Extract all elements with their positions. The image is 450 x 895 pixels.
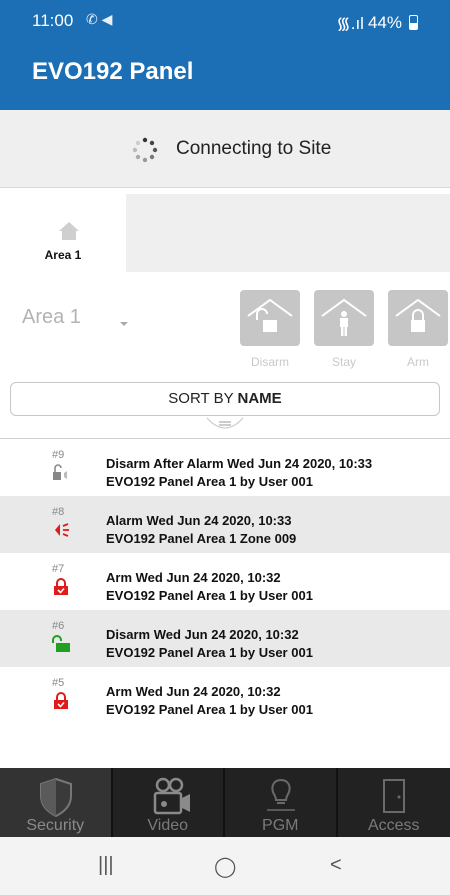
app-bar: EVO192 Panel bbox=[0, 38, 450, 110]
event-number: #5 bbox=[52, 677, 65, 689]
camera-icon bbox=[153, 777, 190, 815]
stay-label: Stay bbox=[331, 355, 356, 369]
disarm-after-alarm-icon bbox=[53, 464, 67, 480]
drag-handle-icon[interactable] bbox=[205, 416, 245, 436]
event-number: #7 bbox=[52, 563, 65, 575]
page-title: EVO192 Panel bbox=[32, 58, 194, 85]
system-nav-bar: ||| ◯ < bbox=[0, 837, 450, 895]
spinner-icon bbox=[132, 137, 158, 163]
event-row[interactable]: #5 Arm Wed Jun 24 2020, 10:32 EVO192 Pan… bbox=[0, 667, 450, 724]
door-icon bbox=[382, 779, 405, 813]
notification-icons: ✆ ◀ bbox=[86, 11, 113, 27]
status-time: 11:00 bbox=[32, 11, 74, 30]
event-title: Disarm Wed Jun 24 2020, 10:32 bbox=[106, 627, 299, 642]
stay-button[interactable] bbox=[314, 290, 374, 346]
event-row[interactable]: #7 Arm Wed Jun 24 2020, 10:32 EVO192 Pan… bbox=[0, 553, 450, 610]
event-number: #8 bbox=[52, 506, 65, 518]
status-bar: 11:00 ✆ ◀ ᯾.ıl 44% bbox=[0, 0, 450, 38]
nav-video[interactable]: Video bbox=[113, 768, 225, 837]
event-detail: EVO192 Panel Area 1 Zone 009 bbox=[106, 531, 297, 546]
nav-label: Access bbox=[367, 817, 420, 834]
event-number: #9 bbox=[52, 449, 65, 461]
area-tabs: Area 1 bbox=[0, 188, 450, 272]
lock-closed-icon bbox=[54, 578, 68, 595]
bottom-nav: Security Video PGM Access bbox=[0, 768, 450, 837]
shield-icon bbox=[40, 777, 72, 818]
home-icon bbox=[59, 222, 79, 240]
battery-percent: 44% bbox=[367, 12, 402, 32]
event-row[interactable]: #8 Alarm Wed Jun 24 2020, 10:33 EVO192 P… bbox=[0, 496, 450, 553]
event-title: Arm Wed Jun 24 2020, 10:32 bbox=[106, 684, 281, 699]
nav-access[interactable]: Access bbox=[338, 768, 450, 837]
lock-open-icon bbox=[52, 635, 70, 652]
tab-label: Area 1 bbox=[44, 248, 82, 262]
tab-area-1[interactable]: Area 1 bbox=[0, 188, 126, 272]
nav-label: Security bbox=[26, 817, 85, 834]
event-detail: EVO192 Panel Area 1 by User 001 bbox=[106, 702, 313, 717]
event-detail: EVO192 Panel Area 1 by User 001 bbox=[106, 474, 313, 489]
back-button[interactable]: < bbox=[330, 854, 342, 877]
event-row[interactable]: #9 Disarm After Alarm Wed Jun 24 2020, 1… bbox=[0, 439, 450, 496]
lock-home-icon bbox=[395, 298, 441, 332]
event-number: #6 bbox=[52, 620, 65, 632]
event-title: Disarm After Alarm Wed Jun 24 2020, 10:3… bbox=[106, 456, 373, 471]
home-button[interactable]: ◯ bbox=[214, 854, 236, 879]
event-title: Alarm Wed Jun 24 2020, 10:33 bbox=[106, 513, 292, 528]
sort-button[interactable]: SORT BY NAME bbox=[10, 382, 440, 416]
chevron-down-icon[interactable] bbox=[118, 310, 130, 328]
lock-closed-icon bbox=[54, 692, 68, 709]
arm-label: Arm bbox=[407, 355, 429, 369]
bulb-icon bbox=[267, 778, 295, 811]
event-list[interactable]: #9 Disarm After Alarm Wed Jun 24 2020, 1… bbox=[0, 438, 450, 768]
event-detail: EVO192 Panel Area 1 by User 001 bbox=[106, 645, 313, 660]
arm-button[interactable] bbox=[388, 290, 448, 346]
nav-label: PGM bbox=[262, 817, 299, 834]
stay-home-icon bbox=[321, 298, 367, 336]
connection-banner: Connecting to Site bbox=[0, 110, 450, 188]
nav-security[interactable]: Security bbox=[0, 768, 113, 837]
nav-pgm[interactable]: PGM bbox=[225, 768, 338, 837]
battery-icon bbox=[409, 15, 418, 30]
status-right: ᯾.ıl 44% bbox=[336, 11, 418, 34]
disarm-label: Disarm bbox=[251, 355, 289, 369]
tab-strip-background bbox=[126, 194, 450, 272]
unlock-home-icon bbox=[247, 298, 293, 332]
disarm-button[interactable] bbox=[240, 290, 300, 346]
event-title: Arm Wed Jun 24 2020, 10:32 bbox=[106, 570, 281, 585]
nav-label: Video bbox=[147, 817, 189, 834]
area-dropdown[interactable]: Area 1 bbox=[22, 306, 81, 329]
signal-icon: ᯾.ıl bbox=[336, 14, 364, 33]
recents-button[interactable]: ||| bbox=[98, 854, 114, 877]
event-row[interactable]: #6 Disarm Wed Jun 24 2020, 10:32 EVO192 … bbox=[0, 610, 450, 667]
sort-field: NAME bbox=[237, 390, 282, 407]
alarm-siren-icon bbox=[55, 523, 69, 537]
arm-controls: Area 1 Disarm Stay Arm bbox=[0, 272, 450, 380]
event-detail: EVO192 Panel Area 1 by User 001 bbox=[106, 588, 313, 603]
connection-status-text: Connecting to Site bbox=[176, 138, 332, 159]
sort-prefix: SORT BY bbox=[168, 390, 234, 407]
